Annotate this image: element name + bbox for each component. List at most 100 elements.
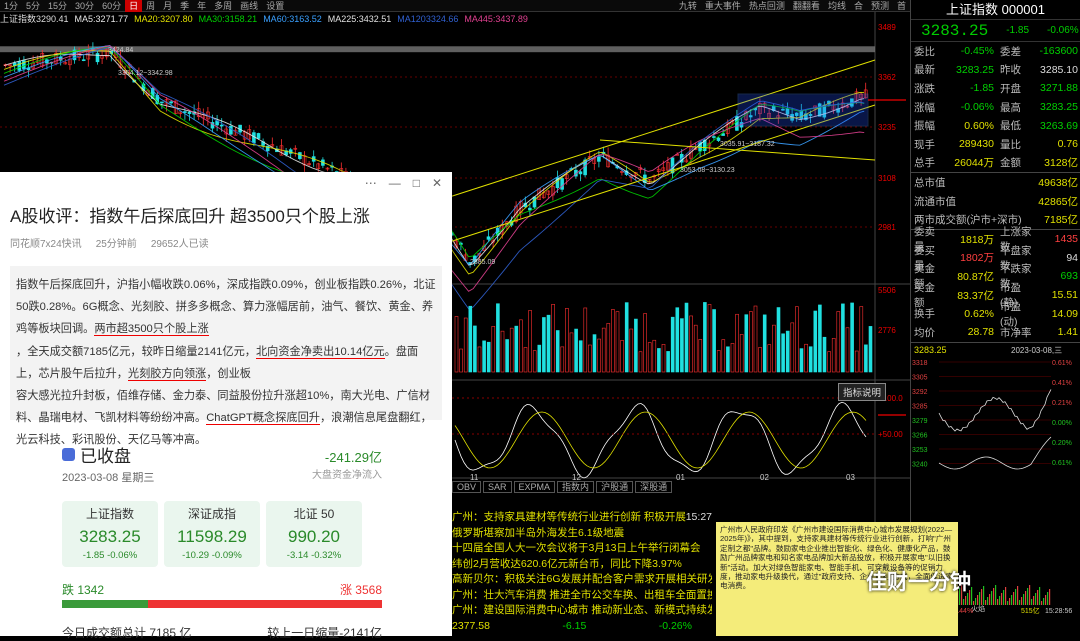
volume-bar xyxy=(463,317,468,373)
mini-vol-bar xyxy=(1025,590,1027,605)
candle-body xyxy=(712,136,716,138)
chart-annotation: 2885.09 xyxy=(470,259,495,266)
price-change: -1.85 xyxy=(1006,25,1030,36)
mini-pct: 0.21% xyxy=(1052,400,1072,407)
mini-vol-bar xyxy=(999,595,1001,605)
volume-bar xyxy=(532,350,537,373)
indicator-tab[interactable]: SAR xyxy=(483,481,512,493)
highlight: ChatGPT概念探底回升 xyxy=(206,412,320,426)
news-ticker: 广州：支持家具建材等传统行业进行创新 积极开展家电"以旧换新"活动15:27俄罗… xyxy=(452,510,712,636)
volume-bar xyxy=(569,332,574,373)
volume-bar xyxy=(528,310,532,373)
date-label: 02 xyxy=(760,473,769,482)
period-tab[interactable]: 画线 xyxy=(236,0,262,12)
quote-row: 涨幅 -0.06% 最高 3283.25 xyxy=(914,101,1078,114)
minimize-icon[interactable]: — xyxy=(389,176,401,190)
volume-bar xyxy=(781,333,785,373)
mini-vol-bar xyxy=(1045,594,1047,605)
volume-bar xyxy=(546,314,551,373)
volume-bar xyxy=(726,346,730,373)
mini-vol-bar xyxy=(991,590,993,605)
indicator-tab[interactable]: OBV xyxy=(452,481,482,493)
tool-tab[interactable]: 九转 xyxy=(675,0,701,12)
index-card[interactable]: 上证指数 3283.25 -1.85 -0.06% xyxy=(62,501,158,567)
news-item[interactable]: 俄罗斯堪察加半岛外海发生6.1级地震 xyxy=(452,526,712,542)
tool-tab[interactable]: 均线 xyxy=(824,0,850,12)
period-tab[interactable]: 日 xyxy=(125,0,143,12)
volume-bar xyxy=(841,303,845,373)
volume-bar xyxy=(574,328,578,373)
period-tab[interactable]: 30分 xyxy=(71,0,98,12)
mini-vol-bar xyxy=(1035,592,1037,605)
mini-vol-bar xyxy=(1027,587,1029,605)
mini-vol-bar xyxy=(981,588,983,605)
volume-bar xyxy=(473,325,477,373)
candle-body xyxy=(486,236,491,240)
close-icon[interactable]: ✕ xyxy=(432,176,442,190)
mini-tick: 3305 xyxy=(912,374,928,381)
period-tab[interactable]: 设置 xyxy=(262,0,288,12)
candle-body xyxy=(219,124,224,127)
news-item[interactable]: 十四届全国人大一次会议将于3月13日上午举行闭幕会 xyxy=(452,541,712,557)
indicator-tab[interactable]: 指数内 xyxy=(557,481,595,493)
volume-bar xyxy=(680,318,684,373)
mini-vol-bar xyxy=(987,596,989,605)
volume-bar xyxy=(698,339,703,373)
market-close-card: 已收盘 2023-03-08 星期三 -241.29亿 大盘资金净流入 上证指数… xyxy=(62,447,382,640)
tool-tab[interactable]: 预测 xyxy=(867,0,893,12)
indicator-help-button[interactable]: 指标说明 xyxy=(838,383,887,401)
tool-tab[interactable]: 翻翻看 xyxy=(789,0,824,12)
volume-bar xyxy=(762,314,767,373)
volume-bar xyxy=(795,306,799,373)
tool-tab[interactable]: 热点回测 xyxy=(745,0,789,12)
mini-price: 3283.25 xyxy=(914,345,947,355)
volume-bar xyxy=(592,334,597,373)
volume-bars xyxy=(454,302,873,373)
news-popup: ⋯ — □ ✕ A股收评：指数午后探底回升 超3500只个股上涨 同花顺7x24… xyxy=(0,172,452,640)
maximize-icon[interactable]: □ xyxy=(413,176,420,190)
volume-bar xyxy=(693,324,698,373)
index-card[interactable]: 深证成指 11598.29 -10.29 -0.09% xyxy=(164,501,260,567)
news-item[interactable]: 广州：支持家具建材等传统行业进行创新 积极开展家电"以旧换新"活动15:27 xyxy=(452,510,712,526)
period-tab[interactable]: 60分 xyxy=(98,0,125,12)
tool-tab[interactable]: 首 xyxy=(893,0,910,12)
indicator-tab[interactable]: EXPMA xyxy=(513,481,556,493)
news-item[interactable]: 纬创2月营收达620.6亿元新台币，同比下降3.97% xyxy=(452,557,712,573)
period-tab[interactable]: 周 xyxy=(142,0,159,12)
news-item[interactable]: 高新贝尔：积极关注6G发展并配合客户需求开展相关研发 xyxy=(452,572,712,588)
volume-bar xyxy=(735,313,739,373)
quote-row: 现手 289430 量比 0.76 xyxy=(914,138,1078,151)
ma-legend-item: MA445:3437.89 xyxy=(464,14,528,24)
period-tab[interactable]: 月 xyxy=(159,0,176,12)
axis-tick: 3362 xyxy=(878,73,896,82)
news-item[interactable]: 广州：壮大汽车消费 推进全市公交车换、出租车全面置换 xyxy=(452,588,712,604)
period-tab[interactable]: 季 xyxy=(176,0,193,12)
period-tab[interactable]: 年 xyxy=(193,0,210,12)
indicator-tab[interactable]: 深股通 xyxy=(635,481,673,493)
mini-bottom2: 515亿 xyxy=(1021,606,1040,615)
volume-bar xyxy=(523,347,528,373)
indicator-tab[interactable]: 沪股通 xyxy=(596,481,634,493)
news-item[interactable]: 广州：建设国际消费中心城市 推动新业态、新模式持续发展 xyxy=(452,603,712,619)
highlight: 北向资金净卖出10.14亿元 xyxy=(255,345,385,359)
mini-vol-bar xyxy=(1043,597,1045,605)
volume-bar xyxy=(758,347,762,373)
highlight: 光刻胶方向领涨 xyxy=(127,367,207,381)
tool-tab[interactable]: 重大事件 xyxy=(701,0,745,12)
volume-bar xyxy=(555,330,560,373)
volume-bar xyxy=(836,311,841,373)
period-tab[interactable]: 15分 xyxy=(44,0,71,12)
mini-vol-bar xyxy=(995,584,997,605)
period-tab[interactable]: 多周 xyxy=(210,0,236,12)
index-card[interactable]: 北证 50 990.20 -3.14 -0.32% xyxy=(266,501,362,567)
last-price: 3283.25 xyxy=(921,21,989,40)
oscillator-line xyxy=(454,401,867,479)
ma-legend: 上证指数3290.41 MA5:3271.77 MA20:3207.80 MA30:3… xyxy=(0,13,528,25)
share-icon[interactable]: ⋯ xyxy=(365,176,377,190)
candle-body xyxy=(160,101,164,104)
mini-tick: 3279 xyxy=(912,418,928,425)
mini-vol-bar xyxy=(977,594,979,605)
period-tab[interactable]: 1分 xyxy=(0,0,22,12)
tool-tab[interactable]: 合 xyxy=(850,0,867,12)
period-tab[interactable]: 5分 xyxy=(22,0,44,12)
